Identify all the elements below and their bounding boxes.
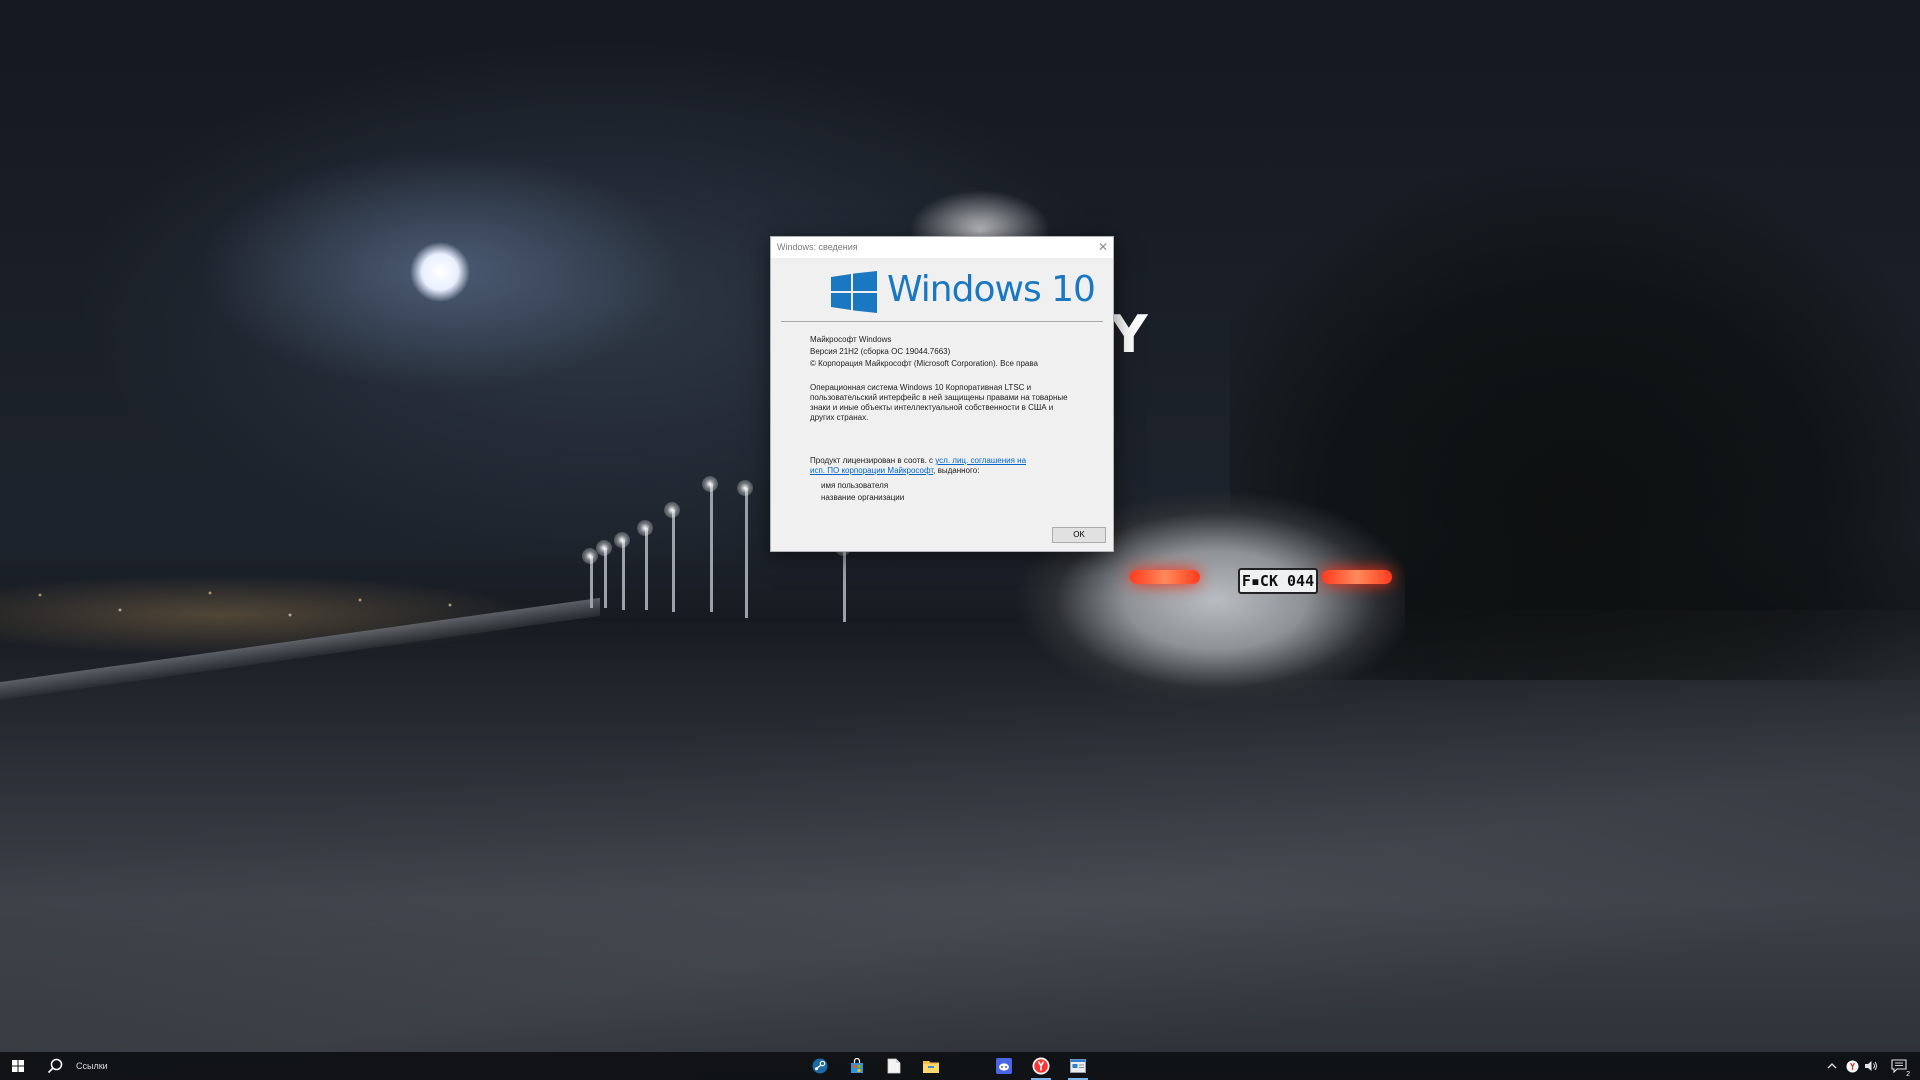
close-button[interactable]: ✕ <box>1093 237 1113 258</box>
version-line: Версия 21H2 (сборка ОС 19044.7663) <box>810 347 951 356</box>
steam-icon <box>812 1058 828 1074</box>
streetlight <box>702 476 718 612</box>
tray-notifications[interactable]: 2 <box>1886 1052 1912 1080</box>
winver-dialog: Windows: сведения ✕ Windows 10 Майкрософ… <box>770 236 1114 552</box>
streetlight <box>582 548 598 608</box>
license-terms-link[interactable]: усл. лиц. соглашения на <box>935 456 1026 465</box>
streetlight <box>614 532 630 610</box>
tray-yandex[interactable] <box>1843 1052 1861 1080</box>
yandex-browser-icon <box>1032 1057 1050 1075</box>
streetlight <box>664 502 680 612</box>
trademark-line: пользовательский интерфейс в ней защищен… <box>810 393 1068 402</box>
taskbar-app-winver[interactable] <box>1060 1052 1096 1080</box>
taskbar: Ссылки 2 <box>0 1052 1920 1080</box>
licensee-organization: название организации <box>821 493 905 502</box>
car-taillight-left <box>1130 570 1200 584</box>
license-suffix: , выданного: <box>933 466 980 475</box>
search-button[interactable] <box>38 1052 72 1080</box>
notifications-icon <box>1891 1059 1907 1073</box>
copyright-line: © Корпорация Майкрософт (Microsoft Corpo… <box>810 359 1038 368</box>
car-license-plate: F▪CK 044 <box>1238 568 1318 594</box>
winver-window-icon <box>1070 1059 1086 1073</box>
trademark-line: других странах. <box>810 413 869 422</box>
links-toolbar-label[interactable]: Ссылки <box>76 1061 108 1071</box>
yandex-tray-icon <box>1846 1060 1858 1072</box>
version-info: Майкрософт Windows Версия 21H2 (сборка О… <box>810 334 1080 370</box>
license-terms-link-cont[interactable]: исп. ПО корпорации Майкрософт <box>810 466 933 475</box>
store-icon <box>851 1058 863 1073</box>
file-explorer-icon <box>923 1061 939 1073</box>
notification-count-badge: 2 <box>1906 1071 1910 1078</box>
trademark-line: знаки и иные объекты интеллектуальной со… <box>810 403 1054 412</box>
chevron-up-icon <box>1827 1063 1837 1069</box>
license-notice: Продукт лицензирован в соотв. с усл. лиц… <box>810 456 1080 476</box>
dialog-title: Windows: сведения <box>777 242 858 252</box>
discord-icon <box>996 1058 1012 1074</box>
taskbar-app-discord[interactable] <box>986 1052 1022 1080</box>
start-button[interactable] <box>0 1052 36 1080</box>
dialog-titlebar[interactable]: Windows: сведения ✕ <box>771 237 1113 258</box>
notepad-icon <box>887 1058 901 1074</box>
streetlight <box>737 480 753 618</box>
dialog-divider <box>781 321 1103 322</box>
car-taillight-right <box>1322 570 1392 584</box>
tray-show-hidden-icons[interactable] <box>1824 1052 1840 1080</box>
licensee-info: имя пользователя название организации <box>821 480 1021 504</box>
trademark-notice: Операционная система Windows 10 Корпорат… <box>810 383 1080 423</box>
windows-logo-icon <box>831 271 877 313</box>
product-name-line: Майкрософт Windows <box>810 335 892 344</box>
taskbar-app-steam[interactable] <box>802 1052 838 1080</box>
streetlight <box>637 520 653 610</box>
streetlight <box>835 540 851 622</box>
taskbar-app-notepad[interactable] <box>876 1052 912 1080</box>
windows-10-wordmark: Windows 10 <box>887 269 1096 310</box>
search-icon <box>47 1058 63 1074</box>
ok-button[interactable]: OK <box>1052 527 1106 543</box>
taskbar-app-explorer[interactable] <box>913 1052 949 1080</box>
windows-start-icon <box>12 1060 24 1072</box>
trademark-line: Операционная система Windows 10 Корпорат… <box>810 383 1032 392</box>
wallpaper-glyph: Y <box>1110 305 1148 365</box>
taskbar-app-store[interactable] <box>839 1052 875 1080</box>
wallpaper-road <box>0 610 1920 1080</box>
volume-icon <box>1865 1061 1877 1071</box>
licensee-user-name: имя пользователя <box>821 481 889 490</box>
license-prefix: Продукт лицензирован в соотв. с <box>810 456 936 465</box>
taskbar-app-yandex-browser[interactable] <box>1023 1052 1059 1080</box>
streetlight <box>596 540 612 608</box>
tray-volume[interactable] <box>1862 1052 1880 1080</box>
